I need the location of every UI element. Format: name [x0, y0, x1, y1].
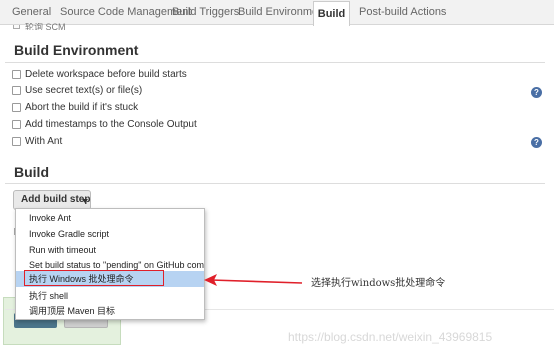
config-tab-bar: General Source Code Management Build Tri… [0, 0, 554, 26]
build-title: Build [14, 164, 49, 180]
question-mark-icon[interactable]: ? [531, 137, 542, 148]
delete-workspace-label: Delete workspace before build starts [25, 69, 187, 80]
add-timestamps-label: Add timestamps to the Console Output [25, 119, 197, 130]
menu-item-invoke-gradle[interactable]: Invoke Gradle script [16, 227, 204, 241]
abort-stuck-checkbox[interactable] [12, 103, 21, 112]
poll-scm-label: 轮询 SCM [25, 23, 66, 30]
tab-build-triggers[interactable]: Build Triggers [172, 0, 239, 25]
red-arrow-icon [204, 274, 303, 286]
build-divider [5, 183, 545, 184]
delete-workspace-checkbox[interactable] [12, 70, 21, 79]
annotation-text: 选择执行windows批处理命令 [311, 278, 446, 289]
poll-scm-checkbox[interactable] [13, 25, 20, 29]
with-ant-checkbox[interactable] [12, 137, 21, 146]
menu-item-run-with-timeout[interactable]: Run with timeout [16, 243, 204, 257]
add-timestamps-checkbox[interactable] [12, 120, 21, 129]
tab-general[interactable]: General [12, 0, 51, 25]
menu-item-invoke-ant[interactable]: Invoke Ant [16, 211, 204, 225]
add-build-step-button[interactable]: Add build step [13, 190, 91, 210]
secret-text-label: Use secret text(s) or file(s) [25, 85, 143, 96]
abort-stuck-label: Abort the build if it's stuck [25, 102, 139, 113]
tab-post-build-actions[interactable]: Post-build Actions [359, 0, 446, 25]
add-build-step-label: Add build step [21, 194, 91, 205]
question-mark-icon[interactable]: ? [531, 87, 542, 98]
secret-text-checkbox[interactable] [12, 86, 21, 95]
menu-item-maven-targets[interactable]: 调用顶层 Maven 目标 [16, 304, 204, 318]
watermark: https://blog.csdn.net/weixin_43969815 [288, 330, 493, 344]
build-step-menu: Invoke Ant Invoke Gradle script Run with… [15, 208, 205, 320]
highlight-box [24, 270, 164, 286]
with-ant-label: With Ant [25, 136, 63, 147]
build-environment-divider [5, 62, 545, 63]
menu-item-execute-shell[interactable]: 执行 shell [16, 289, 204, 303]
caret-down-icon [82, 199, 88, 203]
tab-build[interactable]: Build [313, 1, 350, 26]
build-environment-title: Build Environment [14, 42, 139, 58]
